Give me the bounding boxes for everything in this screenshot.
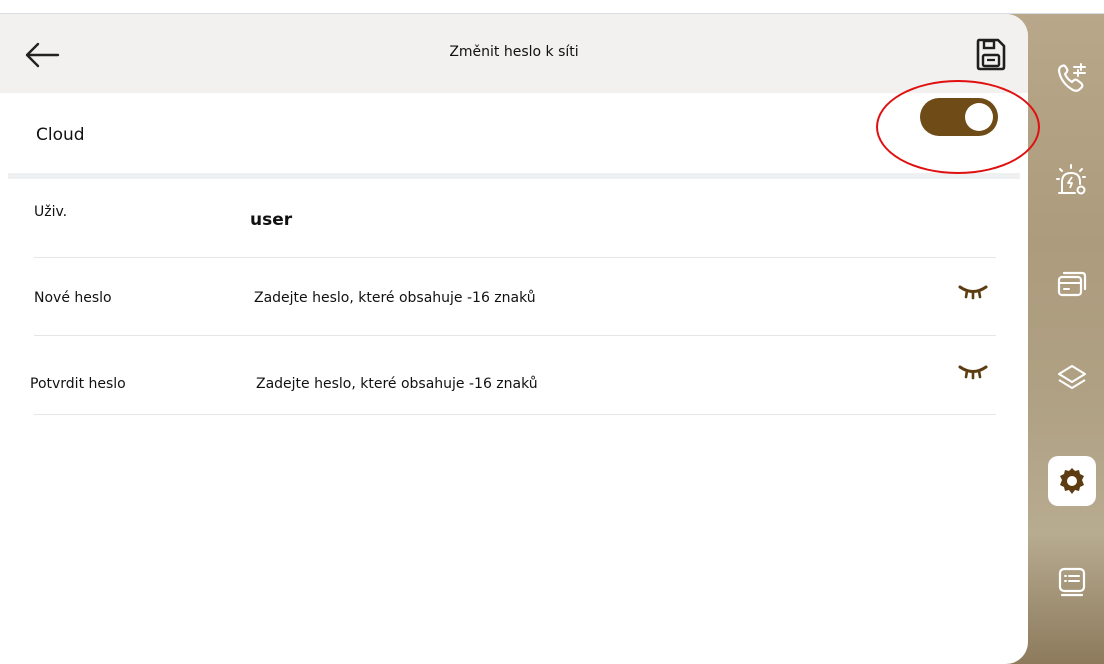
sidebar-item-cards[interactable]: [1050, 262, 1094, 306]
confirm-password-label: Potvrdit heslo: [30, 376, 126, 392]
top-border: [0, 0, 1104, 14]
new-password-visibility-toggle[interactable]: [958, 282, 988, 300]
new-password-label: Nové heslo: [34, 290, 112, 306]
settings-icon: [1060, 468, 1084, 494]
sidebar-item-alarm[interactable]: [1050, 158, 1094, 202]
user-label: Uživ.: [34, 204, 68, 220]
sidebar-item-settings[interactable]: [1048, 456, 1096, 506]
alarm-icon: [1056, 164, 1086, 195]
page-title: Změnit heslo k síti: [449, 44, 579, 60]
card-icon: [1057, 271, 1087, 297]
main-panel: Změnit heslo k síti Cloud Uživ. user Nov…: [0, 14, 1028, 664]
sidebar-item-call-settings[interactable]: [1050, 56, 1094, 100]
row-divider: [34, 257, 996, 258]
confirm-password-input[interactable]: Zadejte heslo, které obsahuje -16 znaků: [256, 376, 538, 392]
sidebar-item-list[interactable]: [1050, 560, 1094, 604]
eye-closed-icon: [958, 365, 988, 380]
cloud-row: Cloud: [0, 93, 1028, 173]
highlight-annotation: [876, 80, 1040, 174]
cloud-label: Cloud: [36, 125, 85, 145]
row-divider: [34, 335, 996, 336]
floppy-disk-icon: [976, 38, 1006, 71]
save-button[interactable]: [974, 36, 1008, 72]
row-divider: [34, 414, 996, 415]
sidebar-item-layers[interactable]: [1050, 356, 1094, 400]
phone-settings-icon: [1057, 63, 1086, 92]
confirm-password-visibility-toggle[interactable]: [958, 362, 988, 380]
user-value[interactable]: user: [250, 210, 292, 230]
list-icon: [1058, 567, 1086, 597]
header-bar: Změnit heslo k síti: [0, 14, 1028, 93]
layers-icon: [1058, 365, 1086, 389]
new-password-input[interactable]: Zadejte heslo, které obsahuje -16 znaků: [254, 290, 536, 306]
eye-closed-icon: [958, 285, 988, 300]
section-divider: [8, 173, 1020, 179]
